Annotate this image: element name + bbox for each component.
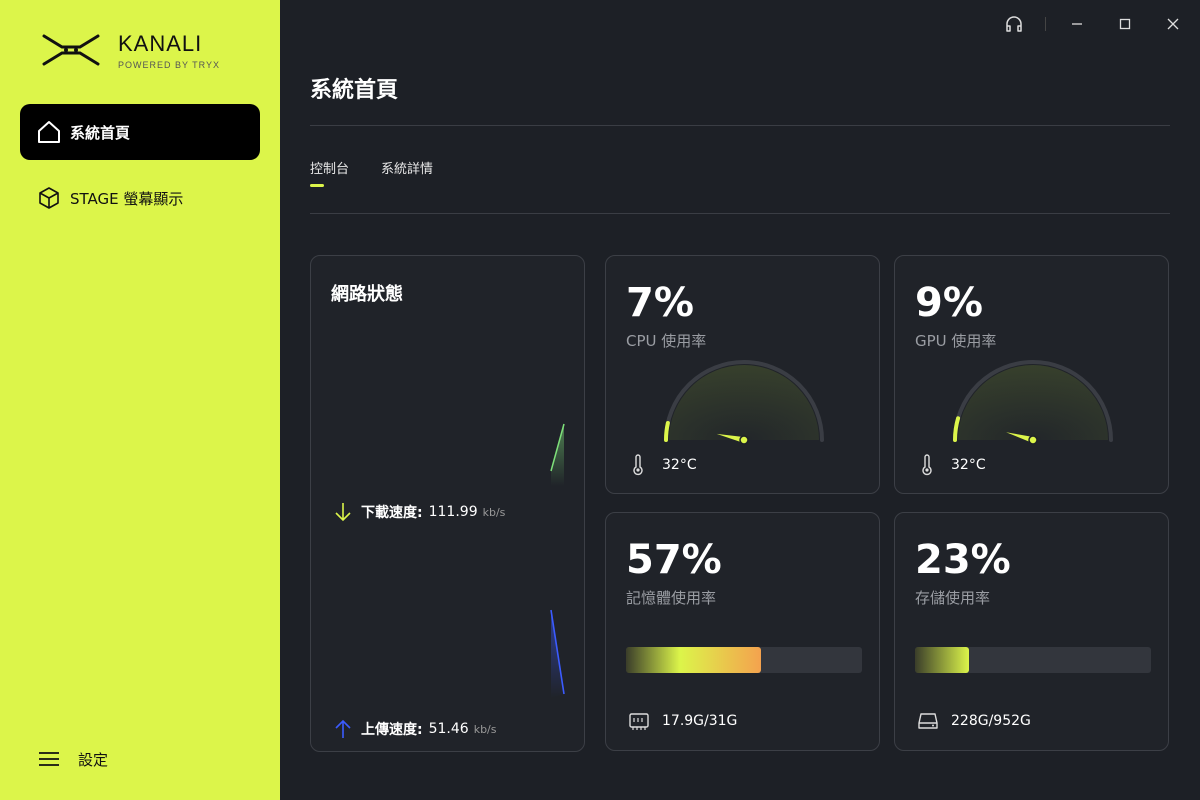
tab-bar: 控制台 系統詳情 <box>310 158 465 187</box>
kanali-logo-icon <box>42 34 100 66</box>
cpu-temp-value: 32°C <box>662 457 697 473</box>
storage-progress-bar <box>915 647 1151 673</box>
memory-progress-fill <box>626 647 761 673</box>
storage-card: 23% 存儲使用率 228G/952G <box>894 512 1169 751</box>
settings-label: 設定 <box>78 750 109 769</box>
cpu-card: 7% CPU 使用率 32°C <box>605 255 880 494</box>
network-title: 網路狀態 <box>331 284 403 305</box>
download-label: 下載速度: <box>361 505 423 521</box>
upload-sparkline <box>550 609 565 698</box>
upload-value: 51.46 <box>428 721 469 737</box>
home-icon <box>36 119 62 145</box>
sidebar-item-label: STAGE 螢幕顯示 <box>70 189 184 208</box>
thermometer-icon <box>922 454 932 476</box>
cpu-gauge-value-arc <box>664 420 670 442</box>
cube-icon <box>36 185 62 211</box>
memory-percent: 57% <box>626 537 722 583</box>
support-button[interactable] <box>997 12 1031 36</box>
app-name: KANALI <box>118 30 203 56</box>
tab-dashboard[interactable]: 控制台 <box>310 158 349 187</box>
gpu-gauge-hub <box>1028 435 1038 445</box>
minimize-button[interactable] <box>1060 12 1094 36</box>
cpu-percent: 7% <box>626 280 694 326</box>
tab-system-details[interactable]: 系統詳情 <box>381 158 433 177</box>
menu-icon <box>38 748 60 770</box>
maximize-icon <box>1119 18 1131 30</box>
network-card: 網路狀態 下載速度: 111.99 kb/s 上傳速度: 51.46 kb/s <box>310 255 585 752</box>
gpu-card: 9% GPU 使用率 32°C <box>894 255 1169 494</box>
storage-percent: 23% <box>915 537 1011 583</box>
cpu-gauge <box>664 360 824 445</box>
gpu-percent: 9% <box>915 280 983 326</box>
close-icon <box>1167 18 1179 30</box>
thermometer-icon <box>633 454 643 476</box>
sidebar-item-stage[interactable]: STAGE 螢幕顯示 <box>20 170 260 226</box>
memory-chip-icon <box>629 713 649 730</box>
memory-card: 57% 記憶體使用率 17.9G/31G <box>605 512 880 751</box>
divider <box>310 213 1170 214</box>
gpu-temperature: 32°C <box>917 454 986 476</box>
cpu-gauge-hub <box>739 435 749 445</box>
sidebar-item-label: 系統首頁 <box>70 123 131 142</box>
upload-unit: kb/s <box>473 722 497 736</box>
storage-progress-fill <box>915 647 970 673</box>
gpu-gauge-value-arc <box>953 416 961 442</box>
memory-usage-value: 17.9G/31G <box>662 713 738 729</box>
window-controls <box>983 12 1190 36</box>
memory-usage: 17.9G/31G <box>628 711 737 731</box>
download-speed: 下載速度: 111.99 kb/s <box>333 501 505 523</box>
divider <box>310 125 1170 126</box>
settings-button[interactable]: 設定 <box>38 748 108 770</box>
app-logo: KANALI POWERED BY TRYX <box>42 30 220 70</box>
sidebar-item-home[interactable]: 系統首頁 <box>20 104 260 160</box>
memory-progress-bar <box>626 647 862 673</box>
storage-usage: 228G/952G <box>917 711 1031 731</box>
storage-label: 存儲使用率 <box>915 589 991 607</box>
upload-speed: 上傳速度: 51.46 kb/s <box>333 718 497 740</box>
cpu-gauge-face <box>669 365 819 440</box>
close-button[interactable] <box>1156 12 1190 36</box>
sidebar: KANALI POWERED BY TRYX 系統首頁 STAGE 螢幕顯示 設… <box>0 0 280 800</box>
gpu-temp-value: 32°C <box>951 457 986 473</box>
minimize-icon <box>1072 23 1082 25</box>
upload-label: 上傳速度: <box>361 722 423 738</box>
storage-usage-value: 228G/952G <box>951 713 1031 729</box>
divider <box>1045 17 1046 31</box>
hard-drive-icon <box>918 713 938 729</box>
maximize-button[interactable] <box>1108 12 1142 36</box>
memory-label: 記憶體使用率 <box>626 589 717 607</box>
download-value: 111.99 <box>428 504 478 520</box>
gpu-gauge <box>953 360 1113 445</box>
gpu-gauge-face <box>958 365 1108 440</box>
app-tagline: POWERED BY TRYX <box>118 59 221 70</box>
download-sparkline <box>550 423 565 486</box>
cpu-temperature: 32°C <box>628 454 697 476</box>
arrow-down-icon <box>335 503 351 522</box>
download-unit: kb/s <box>482 505 506 519</box>
headset-icon <box>1006 16 1022 32</box>
arrow-up-icon <box>335 719 351 738</box>
page-title: 系統首頁 <box>310 78 399 103</box>
